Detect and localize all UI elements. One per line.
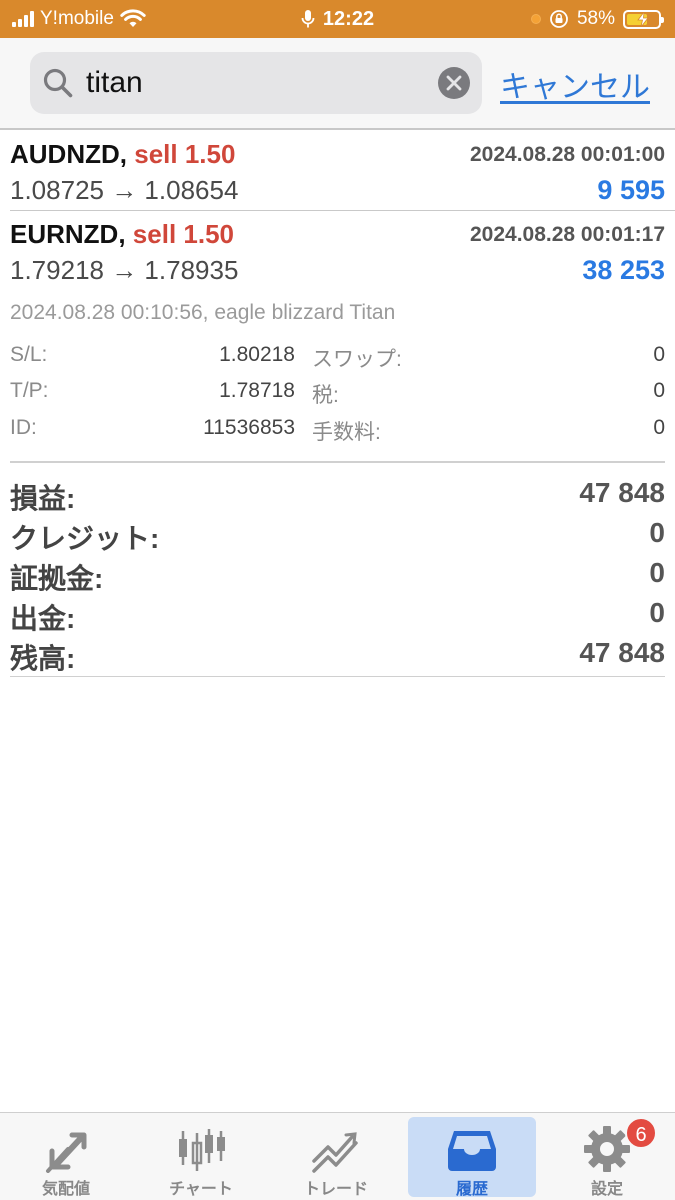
tab-settings[interactable]: 6 設定 — [543, 1117, 671, 1198]
tab-bar: 気配値 チャート トレード 履歴 6 設定 — [0, 1112, 675, 1200]
order-time: 2024.08.28 00:01:17 — [470, 223, 665, 246]
summary-credit-value: 0 — [649, 517, 665, 548]
battery-icon — [623, 9, 664, 29]
tax-value: 0 — [653, 379, 665, 402]
status-right: 58% — [530, 7, 664, 31]
summary-deposit-label: 証拠金: — [10, 563, 104, 594]
search-box[interactable] — [30, 52, 482, 114]
sl-value: 1.80218 — [219, 343, 295, 366]
fee-label: 手数料: — [312, 421, 381, 444]
order-prices: 1.79218 → 1.78935 — [10, 255, 239, 285]
id-label: ID: — [10, 416, 37, 439]
quotes-arrows-icon — [46, 1132, 87, 1173]
symbol-name: EURNZD, — [10, 219, 126, 249]
summary-withdrawal-label: 出金: — [10, 603, 76, 634]
recording-dot-icon — [530, 14, 541, 24]
tab-label: 設定 — [590, 1181, 623, 1198]
swap-label: スワップ: — [312, 348, 402, 371]
candlestick-chart-icon — [179, 1129, 225, 1171]
fee-value: 0 — [653, 416, 665, 439]
status-bar: Y!mobile 12:22 58% — [0, 0, 675, 38]
swap-value: 0 — [653, 343, 665, 366]
close-icon — [446, 75, 462, 91]
tab-trade[interactable]: トレード — [272, 1117, 400, 1198]
summary-deposit-value: 0 — [649, 557, 665, 588]
rotation-lock-icon — [550, 10, 568, 28]
tab-quotes[interactable]: 気配値 — [2, 1117, 130, 1198]
search-icon — [43, 68, 73, 98]
tab-label: 履歴 — [455, 1181, 488, 1198]
tab-history[interactable]: 履歴 — [408, 1117, 536, 1198]
order-row[interactable]: EURNZD, sell 1.50 2024.08.28 00:01:17 1.… — [0, 211, 675, 289]
summary-balance-value: 47 848 — [579, 637, 665, 668]
summary-withdrawal-value: 0 — [649, 597, 665, 628]
clear-search-button[interactable] — [438, 67, 470, 99]
summary-credit-label: クレジット: — [10, 523, 160, 554]
tab-label: チャート — [169, 1181, 233, 1198]
order-side-volume: sell 1.50 — [134, 139, 236, 169]
order-prices: 1.08725 → 1.08654 — [10, 175, 239, 205]
order-time: 2024.08.28 00:01:00 — [470, 143, 665, 166]
tab-chart[interactable]: チャート — [137, 1117, 265, 1198]
trade-chart-icon — [312, 1132, 358, 1173]
id-value: 11536853 — [203, 416, 295, 439]
order-profit: 38 253 — [582, 255, 665, 285]
search-header: キャンセル — [0, 38, 675, 130]
summary-balance-label: 残高: — [10, 643, 76, 674]
tax-label: 税: — [312, 384, 339, 407]
search-input[interactable] — [86, 62, 426, 104]
divider — [10, 676, 665, 677]
order-row[interactable]: AUDNZD, sell 1.50 2024.08.28 00:01:00 1.… — [0, 131, 675, 211]
order-detail-header: 2024.08.28 00:10:56, eagle blizzard Tita… — [10, 301, 396, 324]
summary-profit-value: 47 848 — [579, 477, 665, 508]
sl-label: S/L: — [10, 343, 48, 366]
summary-profit-label: 損益: — [10, 483, 76, 514]
history-inbox-icon — [448, 1131, 496, 1171]
order-symbol: AUDNZD, sell 1.50 — [10, 139, 235, 170]
microphone-icon — [301, 10, 315, 28]
order-side-volume: sell 1.50 — [132, 219, 234, 249]
order-profit: 9 595 — [597, 175, 665, 205]
cancel-button[interactable]: キャンセル — [500, 62, 650, 106]
symbol-name: AUDNZD, — [10, 139, 127, 169]
divider — [10, 461, 665, 463]
tp-label: T/P: — [10, 379, 49, 402]
tp-value: 1.78718 — [219, 379, 295, 402]
tab-label: トレード — [303, 1181, 368, 1198]
battery-percent: 58% — [576, 8, 615, 29]
tab-label: 気配値 — [41, 1181, 90, 1198]
order-symbol: EURNZD, sell 1.50 — [10, 219, 234, 250]
notification-badge: 6 — [625, 1117, 657, 1149]
clock: 12:22 — [322, 7, 375, 30]
